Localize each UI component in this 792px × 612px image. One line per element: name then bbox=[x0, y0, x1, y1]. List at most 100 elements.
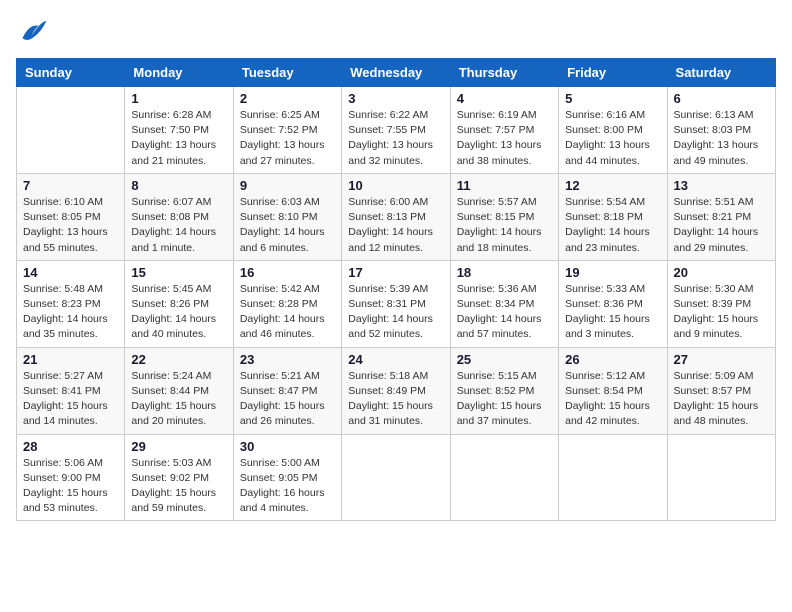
day-info: Sunrise: 5:18 AMSunset: 8:49 PMDaylight:… bbox=[348, 369, 443, 430]
calendar-cell: 5 Sunrise: 6:16 AMSunset: 8:00 PMDaylight… bbox=[559, 87, 667, 174]
day-number: 5 bbox=[565, 91, 660, 106]
weekday-header: Tuesday bbox=[233, 59, 341, 87]
day-info: Sunrise: 5:27 AMSunset: 8:41 PMDaylight:… bbox=[23, 369, 118, 430]
calendar-cell: 15Sunrise: 5:45 AMSunset: 8:26 PMDayligh… bbox=[125, 260, 233, 347]
day-info: Sunrise: 6:28 AMSunset: 7:50 PMDaylight:… bbox=[131, 108, 226, 169]
day-number: 9 bbox=[240, 178, 335, 193]
day-number: 29 bbox=[131, 439, 226, 454]
calendar-cell: 7 Sunrise: 6:10 AMSunset: 8:05 PMDaylight… bbox=[17, 173, 125, 260]
day-info: Sunrise: 5:33 AMSunset: 8:36 PMDaylight:… bbox=[565, 282, 660, 343]
calendar-week-row: 1 Sunrise: 6:28 AMSunset: 7:50 PMDaylight… bbox=[17, 87, 776, 174]
day-info: Sunrise: 6:25 AMSunset: 7:52 PMDaylight:… bbox=[240, 108, 335, 169]
day-info: Sunrise: 5:54 AMSunset: 8:18 PMDaylight:… bbox=[565, 195, 660, 256]
day-info: Sunrise: 5:30 AMSunset: 8:39 PMDaylight:… bbox=[674, 282, 769, 343]
calendar-cell: 8 Sunrise: 6:07 AMSunset: 8:08 PMDaylight… bbox=[125, 173, 233, 260]
day-number: 12 bbox=[565, 178, 660, 193]
day-number: 15 bbox=[131, 265, 226, 280]
day-info: Sunrise: 6:19 AMSunset: 7:57 PMDaylight:… bbox=[457, 108, 552, 169]
weekday-header: Sunday bbox=[17, 59, 125, 87]
day-info: Sunrise: 6:03 AMSunset: 8:10 PMDaylight:… bbox=[240, 195, 335, 256]
day-number: 25 bbox=[457, 352, 552, 367]
day-info: Sunrise: 6:13 AMSunset: 8:03 PMDaylight:… bbox=[674, 108, 769, 169]
day-info: Sunrise: 5:12 AMSunset: 8:54 PMDaylight:… bbox=[565, 369, 660, 430]
day-number: 28 bbox=[23, 439, 118, 454]
day-number: 24 bbox=[348, 352, 443, 367]
page-header bbox=[16, 16, 776, 48]
calendar-cell: 4 Sunrise: 6:19 AMSunset: 7:57 PMDaylight… bbox=[450, 87, 558, 174]
weekday-header: Saturday bbox=[667, 59, 775, 87]
day-number: 8 bbox=[131, 178, 226, 193]
weekday-header: Wednesday bbox=[342, 59, 450, 87]
calendar-week-row: 7 Sunrise: 6:10 AMSunset: 8:05 PMDaylight… bbox=[17, 173, 776, 260]
day-number: 3 bbox=[348, 91, 443, 106]
calendar-cell: 14 Sunrise: 5:48 AMSunset: 8:23 PMDayligh… bbox=[17, 260, 125, 347]
calendar-week-row: 21 Sunrise: 5:27 AMSunset: 8:41 PMDayligh… bbox=[17, 347, 776, 434]
calendar-cell: 25Sunrise: 5:15 AMSunset: 8:52 PMDayligh… bbox=[450, 347, 558, 434]
day-info: Sunrise: 5:48 AMSunset: 8:23 PMDaylight:… bbox=[23, 282, 118, 343]
day-info: Sunrise: 5:24 AMSunset: 8:44 PMDaylight:… bbox=[131, 369, 226, 430]
day-number: 26 bbox=[565, 352, 660, 367]
calendar-cell bbox=[17, 87, 125, 174]
calendar-cell: 29 Sunrise: 5:03 AMSunset: 9:02 PMDayligh… bbox=[125, 434, 233, 521]
day-number: 11 bbox=[457, 178, 552, 193]
calendar-cell: 2 Sunrise: 6:25 AMSunset: 7:52 PMDaylight… bbox=[233, 87, 341, 174]
calendar-header-row: SundayMondayTuesdayWednesdayThursdayFrid… bbox=[17, 59, 776, 87]
calendar-week-row: 28 Sunrise: 5:06 AMSunset: 9:00 PMDayligh… bbox=[17, 434, 776, 521]
day-number: 7 bbox=[23, 178, 118, 193]
day-number: 30 bbox=[240, 439, 335, 454]
day-number: 6 bbox=[674, 91, 769, 106]
day-number: 14 bbox=[23, 265, 118, 280]
day-number: 18 bbox=[457, 265, 552, 280]
logo-icon bbox=[16, 16, 48, 48]
day-info: Sunrise: 6:00 AMSunset: 8:13 PMDaylight:… bbox=[348, 195, 443, 256]
calendar-cell: 19 Sunrise: 5:33 AMSunset: 8:36 PMDayligh… bbox=[559, 260, 667, 347]
calendar-cell: 11Sunrise: 5:57 AMSunset: 8:15 PMDayligh… bbox=[450, 173, 558, 260]
day-info: Sunrise: 5:00 AMSunset: 9:05 PMDaylight:… bbox=[240, 456, 335, 517]
day-number: 21 bbox=[23, 352, 118, 367]
calendar-cell: 17 Sunrise: 5:39 AMSunset: 8:31 PMDayligh… bbox=[342, 260, 450, 347]
day-info: Sunrise: 6:10 AMSunset: 8:05 PMDaylight:… bbox=[23, 195, 118, 256]
day-info: Sunrise: 5:03 AMSunset: 9:02 PMDaylight:… bbox=[131, 456, 226, 517]
day-number: 4 bbox=[457, 91, 552, 106]
day-info: Sunrise: 5:39 AMSunset: 8:31 PMDaylight:… bbox=[348, 282, 443, 343]
day-number: 22 bbox=[131, 352, 226, 367]
day-number: 23 bbox=[240, 352, 335, 367]
calendar-cell: 26 Sunrise: 5:12 AMSunset: 8:54 PMDayligh… bbox=[559, 347, 667, 434]
day-number: 20 bbox=[674, 265, 769, 280]
calendar-cell: 12 Sunrise: 5:54 AMSunset: 8:18 PMDayligh… bbox=[559, 173, 667, 260]
logo bbox=[16, 16, 52, 48]
calendar-cell: 28 Sunrise: 5:06 AMSunset: 9:00 PMDayligh… bbox=[17, 434, 125, 521]
calendar-cell: 9 Sunrise: 6:03 AMSunset: 8:10 PMDaylight… bbox=[233, 173, 341, 260]
calendar-cell: 24 Sunrise: 5:18 AMSunset: 8:49 PMDayligh… bbox=[342, 347, 450, 434]
weekday-header: Thursday bbox=[450, 59, 558, 87]
calendar-cell: 30 Sunrise: 5:00 AMSunset: 9:05 PMDayligh… bbox=[233, 434, 341, 521]
day-number: 17 bbox=[348, 265, 443, 280]
day-info: Sunrise: 5:06 AMSunset: 9:00 PMDaylight:… bbox=[23, 456, 118, 517]
calendar-cell: 23 Sunrise: 5:21 AMSunset: 8:47 PMDayligh… bbox=[233, 347, 341, 434]
day-info: Sunrise: 5:42 AMSunset: 8:28 PMDaylight:… bbox=[240, 282, 335, 343]
calendar-cell: 20 Sunrise: 5:30 AMSunset: 8:39 PMDayligh… bbox=[667, 260, 775, 347]
calendar-table: SundayMondayTuesdayWednesdayThursdayFrid… bbox=[16, 58, 776, 521]
calendar-cell bbox=[342, 434, 450, 521]
calendar-cell: 1 Sunrise: 6:28 AMSunset: 7:50 PMDaylight… bbox=[125, 87, 233, 174]
calendar-cell: 10Sunrise: 6:00 AMSunset: 8:13 PMDayligh… bbox=[342, 173, 450, 260]
calendar-cell: 3 Sunrise: 6:22 AMSunset: 7:55 PMDaylight… bbox=[342, 87, 450, 174]
day-number: 16 bbox=[240, 265, 335, 280]
day-number: 1 bbox=[131, 91, 226, 106]
day-info: Sunrise: 6:07 AMSunset: 8:08 PMDaylight:… bbox=[131, 195, 226, 256]
day-number: 2 bbox=[240, 91, 335, 106]
weekday-header: Friday bbox=[559, 59, 667, 87]
calendar-cell: 13Sunrise: 5:51 AMSunset: 8:21 PMDayligh… bbox=[667, 173, 775, 260]
day-info: Sunrise: 5:21 AMSunset: 8:47 PMDaylight:… bbox=[240, 369, 335, 430]
calendar-cell bbox=[559, 434, 667, 521]
day-info: Sunrise: 5:36 AMSunset: 8:34 PMDaylight:… bbox=[457, 282, 552, 343]
day-number: 13 bbox=[674, 178, 769, 193]
calendar-cell: 27Sunrise: 5:09 AMSunset: 8:57 PMDayligh… bbox=[667, 347, 775, 434]
weekday-header: Monday bbox=[125, 59, 233, 87]
day-info: Sunrise: 6:16 AMSunset: 8:00 PMDaylight:… bbox=[565, 108, 660, 169]
day-info: Sunrise: 5:09 AMSunset: 8:57 PMDaylight:… bbox=[674, 369, 769, 430]
day-number: 19 bbox=[565, 265, 660, 280]
day-info: Sunrise: 6:22 AMSunset: 7:55 PMDaylight:… bbox=[348, 108, 443, 169]
calendar-cell: 22 Sunrise: 5:24 AMSunset: 8:44 PMDayligh… bbox=[125, 347, 233, 434]
calendar-week-row: 14 Sunrise: 5:48 AMSunset: 8:23 PMDayligh… bbox=[17, 260, 776, 347]
